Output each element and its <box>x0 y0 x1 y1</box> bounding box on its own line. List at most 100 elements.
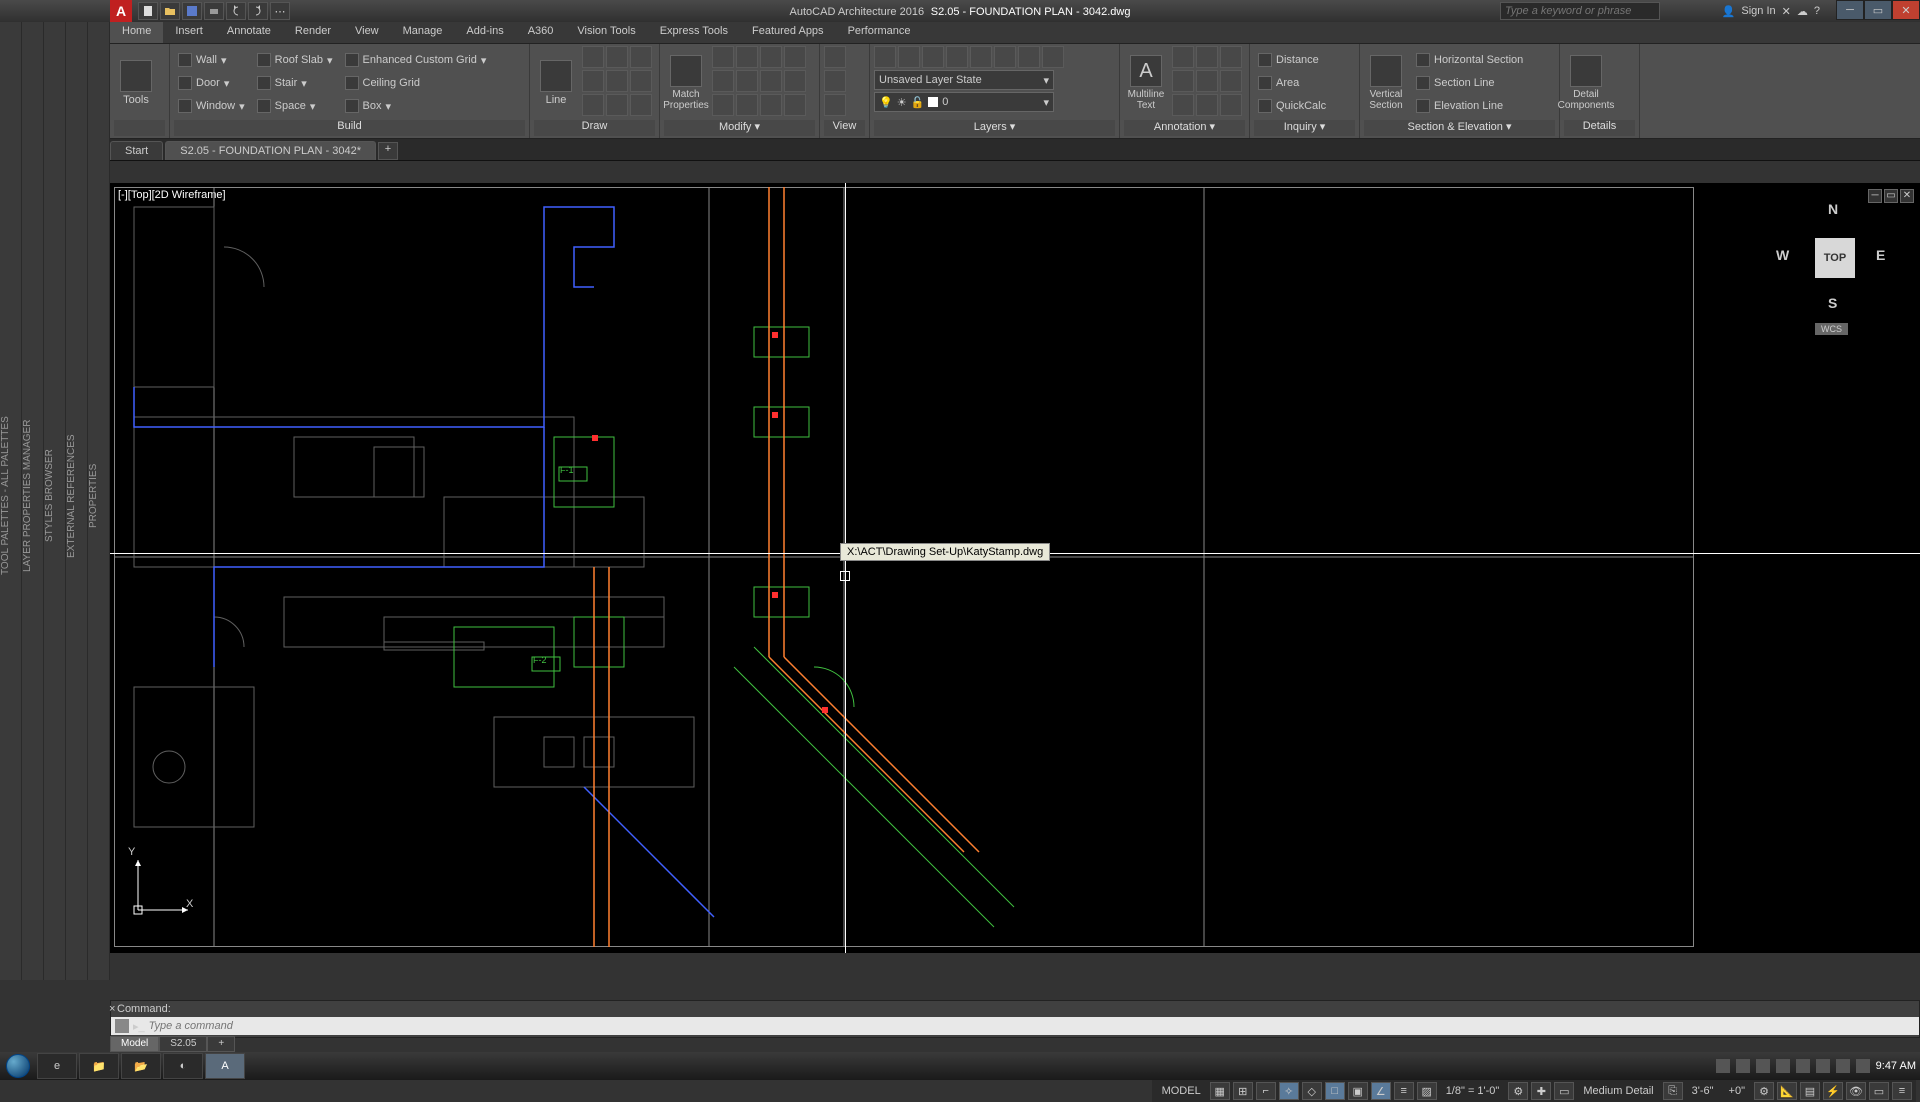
tab-featuredapps[interactable]: Featured Apps <box>740 22 836 43</box>
dim-icon4[interactable] <box>1172 70 1194 92</box>
fillet-icon[interactable] <box>712 94 734 116</box>
tab-render[interactable]: Render <box>283 22 343 43</box>
tray-app2-icon[interactable] <box>1756 1059 1770 1073</box>
autodesk-account-icon[interactable]: 👤 <box>1722 5 1736 18</box>
ellipse-icon[interactable] <box>606 70 628 92</box>
layout-tab-sheet[interactable]: S2.05 <box>159 1036 207 1052</box>
customize-icon[interactable]: ≡ <box>1892 1082 1912 1100</box>
trim-icon[interactable] <box>760 70 782 92</box>
erase-icon[interactable] <box>784 94 806 116</box>
box-button[interactable]: Box ▾ <box>341 95 491 117</box>
snap-toggle-icon[interactable]: ⊞ <box>1233 1082 1253 1100</box>
tray-app1-icon[interactable] <box>1736 1059 1750 1073</box>
layer-icon7[interactable] <box>1018 46 1040 68</box>
qat-more-icon[interactable]: ⋯ <box>270 2 290 20</box>
view-icon2[interactable] <box>824 70 846 92</box>
wall-button[interactable]: Wall ▾ <box>174 49 249 71</box>
vp-maximize-icon[interactable]: ▭ <box>1884 189 1898 203</box>
anno-scale[interactable]: 1/8" = 1'-0" <box>1440 1085 1506 1097</box>
dim-icon8[interactable] <box>1196 94 1218 116</box>
viewcube-top[interactable]: TOP <box>1815 238 1855 278</box>
tray-autodesk-icon[interactable] <box>1716 1059 1730 1073</box>
viewcube[interactable]: N S E W TOP WCS <box>1780 203 1890 343</box>
offset-icon[interactable] <box>760 94 782 116</box>
lineweight-icon[interactable]: ≡ <box>1394 1082 1414 1100</box>
task-folder-icon[interactable]: 📂 <box>121 1053 161 1079</box>
taskbar-clock[interactable]: 9:47 AM <box>1876 1060 1916 1072</box>
cmdline-close-icon[interactable]: × <box>109 1003 121 1015</box>
layout-tab-add[interactable]: + <box>207 1036 235 1052</box>
cleanscreen-icon[interactable]: ▭ <box>1869 1082 1889 1100</box>
cut-value[interactable]: +0" <box>1723 1085 1751 1097</box>
ortho-toggle-icon[interactable]: ⌐ <box>1256 1082 1276 1100</box>
point-icon[interactable] <box>606 94 628 116</box>
polyline-icon[interactable] <box>582 46 604 68</box>
stretch-icon[interactable] <box>760 46 782 68</box>
osnap-toggle-icon[interactable]: □ <box>1325 1082 1345 1100</box>
window-button[interactable]: Window ▾ <box>174 95 249 117</box>
qat-save-icon[interactable] <box>182 2 202 20</box>
circle-icon[interactable] <box>606 46 628 68</box>
qat-print-icon[interactable] <box>204 2 224 20</box>
ceilinggrid-button[interactable]: Ceiling Grid <box>341 72 491 94</box>
line-button[interactable]: Line <box>534 46 578 120</box>
tab-addins[interactable]: Add-ins <box>454 22 515 43</box>
view-icon3[interactable] <box>824 94 846 116</box>
roofslab-button[interactable]: Roof Slab ▾ <box>253 49 337 71</box>
status-model[interactable]: MODEL <box>1156 1085 1207 1097</box>
tray-app4-icon[interactable] <box>1796 1059 1810 1073</box>
isolate-icon[interactable]: 👁 <box>1846 1082 1866 1100</box>
command-input[interactable] <box>145 1020 1919 1032</box>
tab-annotate[interactable]: Annotate <box>215 22 283 43</box>
rectangle-icon[interactable] <box>582 70 604 92</box>
vsection-button[interactable]: Vertical Section <box>1364 46 1408 120</box>
dim-icon3[interactable] <box>1220 46 1242 68</box>
space-button[interactable]: Space ▾ <box>253 95 337 117</box>
mirror-icon[interactable] <box>712 70 734 92</box>
distance-button[interactable]: Distance <box>1254 49 1330 71</box>
app-menu-button[interactable]: A <box>110 0 132 22</box>
panel-inquiry[interactable]: Inquiry ▾ <box>1254 120 1355 136</box>
detail-level[interactable]: Medium Detail <box>1577 1085 1659 1097</box>
hardware-accel-icon[interactable]: ⚡ <box>1823 1082 1843 1100</box>
isodraft-icon[interactable]: ◇ <box>1302 1082 1322 1100</box>
tab-visiontools[interactable]: Vision Tools <box>565 22 647 43</box>
layer-icon1[interactable] <box>874 46 896 68</box>
layer-icon5[interactable] <box>970 46 992 68</box>
cutplane-icon[interactable]: ⎘ <box>1663 1082 1683 1100</box>
help-icon[interactable]: ? <box>1814 5 1820 17</box>
layer-dropdown[interactable]: 💡☀🔓 0▾ <box>874 92 1054 112</box>
transparency-icon[interactable]: ▨ <box>1417 1082 1437 1100</box>
tray-action-icon[interactable] <box>1856 1059 1870 1073</box>
start-button[interactable] <box>0 1052 36 1080</box>
dim-icon2[interactable] <box>1196 46 1218 68</box>
panel-layers[interactable]: Layers ▾ <box>874 120 1115 136</box>
tab-insert[interactable]: Insert <box>163 22 215 43</box>
annoscale-icon[interactable]: ⚙ <box>1508 1082 1528 1100</box>
task-explorer-icon[interactable]: 📁 <box>79 1053 119 1079</box>
tab-manage[interactable]: Manage <box>391 22 455 43</box>
units-icon[interactable]: 📐 <box>1777 1082 1797 1100</box>
tab-expresstools[interactable]: Express Tools <box>648 22 740 43</box>
qat-undo-icon[interactable] <box>226 2 246 20</box>
qat-open-icon[interactable] <box>160 2 180 20</box>
layout-tab-model[interactable]: Model <box>110 1036 159 1052</box>
window-minimize-button[interactable]: ─ <box>1836 0 1864 20</box>
hatch-icon[interactable] <box>630 70 652 92</box>
tray-app3-icon[interactable] <box>1776 1059 1790 1073</box>
tab-home[interactable]: Home <box>110 22 163 43</box>
tray-network-icon[interactable] <box>1816 1059 1830 1073</box>
wcs-label[interactable]: WCS <box>1815 323 1848 335</box>
window-maximize-button[interactable]: ▭ <box>1864 0 1892 20</box>
layer-icon4[interactable] <box>946 46 968 68</box>
spline-icon[interactable] <box>582 94 604 116</box>
layer-state-dropdown[interactable]: Unsaved Layer State▾ <box>874 70 1054 90</box>
tools-button[interactable]: Tools <box>114 46 158 120</box>
palette-props[interactable]: PROPERTIES <box>88 12 109 980</box>
array-icon[interactable] <box>736 94 758 116</box>
otrack-toggle-icon[interactable]: ∠ <box>1371 1082 1391 1100</box>
tab-view[interactable]: View <box>343 22 391 43</box>
grid-toggle-icon[interactable]: ▦ <box>1210 1082 1230 1100</box>
displayconfig-icon[interactable]: ▭ <box>1554 1082 1574 1100</box>
hsection-button[interactable]: Horizontal Section <box>1412 49 1527 71</box>
